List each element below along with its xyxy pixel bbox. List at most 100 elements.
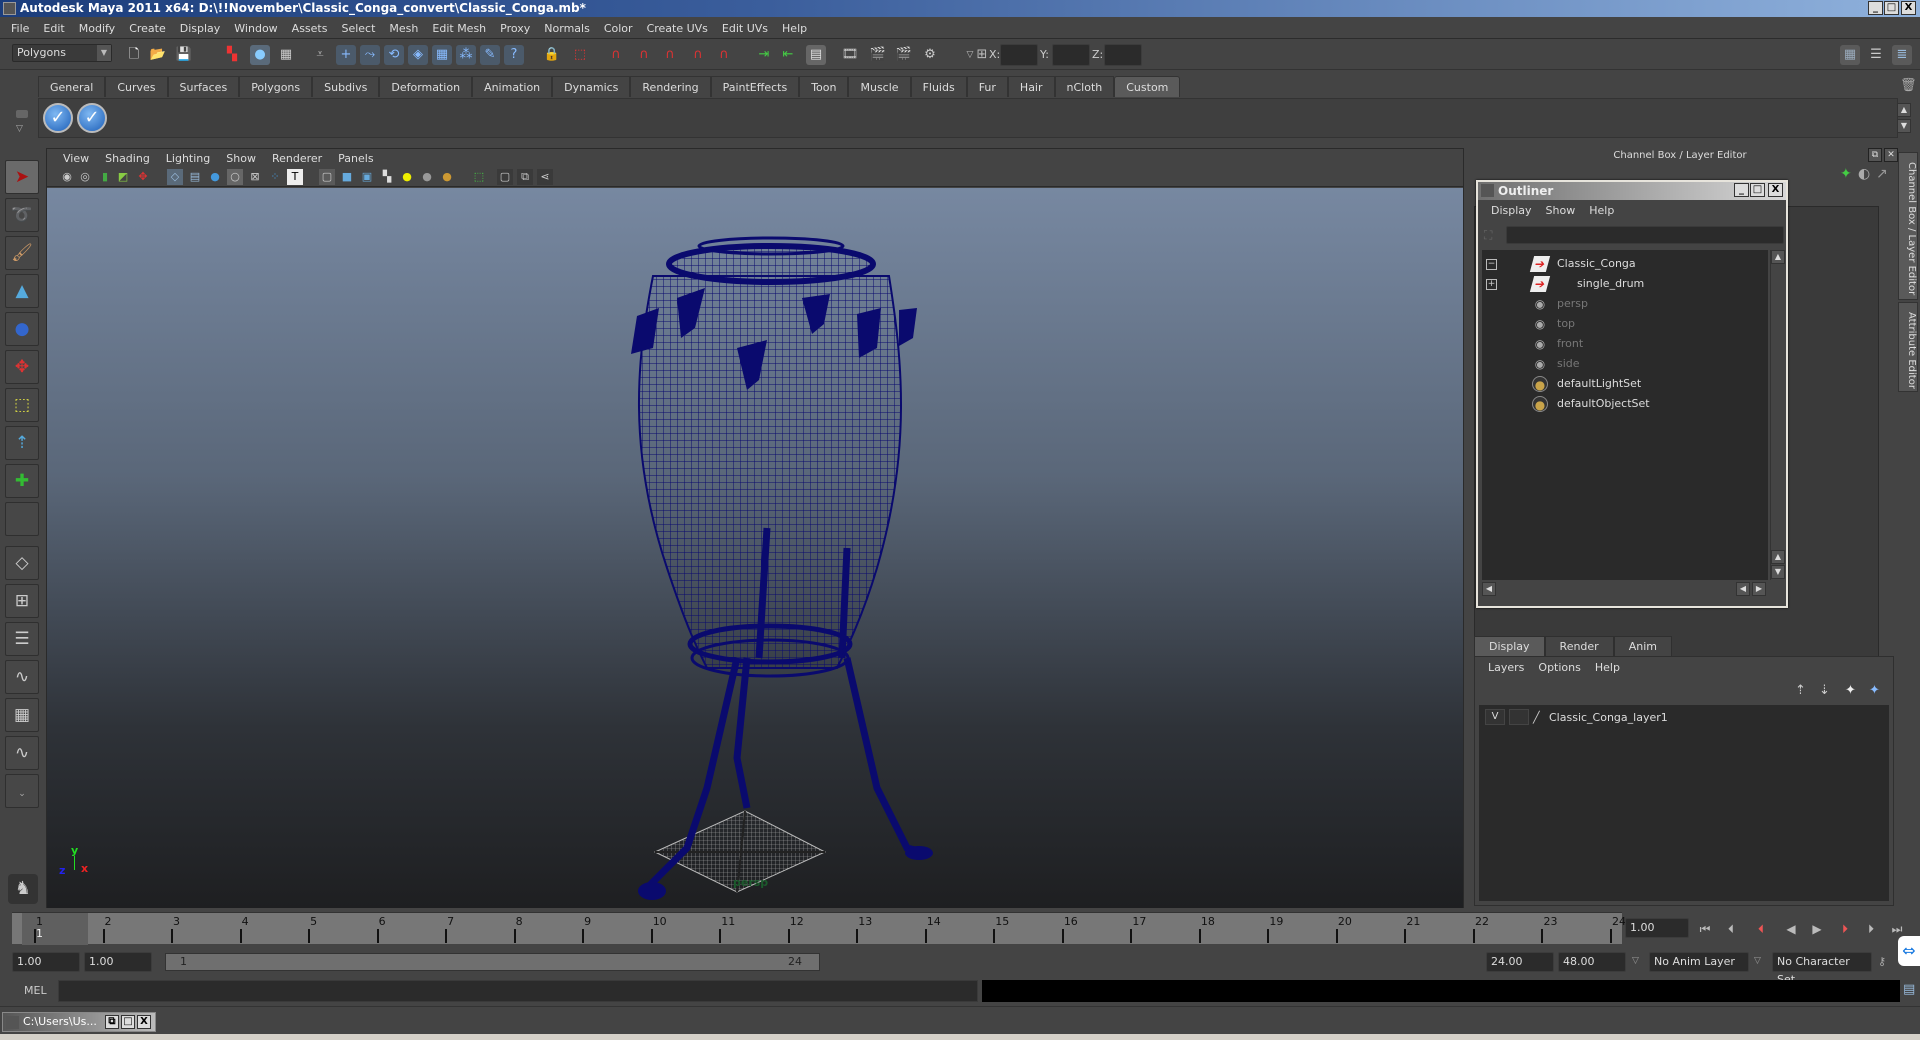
viewport-menu-show[interactable]: Show	[218, 152, 264, 165]
side-tab-attribute-editor[interactable]: Attribute Editor	[1898, 302, 1918, 392]
menu-help[interactable]: Help	[775, 22, 814, 35]
shelf-tab-dynamics[interactable]: Dynamics	[552, 76, 631, 97]
xray-joints-icon[interactable]: ⧉	[517, 169, 533, 185]
lock-icon[interactable]: 🔒	[542, 45, 562, 65]
outliner-item[interactable]: ◉ persp	[1482, 294, 1768, 314]
menu-create[interactable]: Create	[122, 22, 173, 35]
scroll-up-icon[interactable]: ▲	[1771, 550, 1785, 564]
tool-settings-toggle-icon[interactable]: ☰	[1866, 45, 1886, 65]
script-editor-icon[interactable]: ▤	[1903, 982, 1915, 997]
menu-assets[interactable]: Assets	[285, 22, 335, 35]
scale-tool-button[interactable]: ✥	[5, 350, 39, 384]
outliner-item[interactable]: ● defaultLightSet	[1482, 374, 1768, 394]
smooth-shade-icon[interactable]: ■	[339, 169, 355, 185]
step-back-frame-icon[interactable]: ⏴	[1722, 920, 1740, 938]
select-by-component-icon[interactable]: ▦	[276, 45, 296, 65]
select-points-icon[interactable]: ⁂	[456, 45, 476, 65]
shelf-tab-hair[interactable]: Hair	[1007, 76, 1055, 97]
close-button[interactable]: X	[1901, 1, 1916, 15]
speed-icon[interactable]: ◐	[1858, 166, 1870, 182]
check-icon[interactable]: ✓	[43, 103, 73, 133]
step-forward-key-icon[interactable]: ⏵	[1836, 920, 1854, 938]
anim-layer-dropdown[interactable]: No Anim Layer	[1649, 952, 1749, 972]
side-tab-channel-box[interactable]: Channel Box / Layer Editor	[1898, 152, 1918, 300]
xray-icon[interactable]: ▢	[497, 169, 513, 185]
layer-menu-options[interactable]: Options	[1531, 661, 1587, 674]
menu-color[interactable]: Color	[597, 22, 640, 35]
shelf-tab-toon[interactable]: Toon	[799, 76, 849, 97]
persp-graph-hypergraph-layout-button[interactable]: ∿	[5, 736, 39, 770]
ipr-render-icon[interactable]: 🎬	[894, 45, 914, 65]
anim-start-field[interactable]: 1.00	[12, 952, 80, 972]
shelf-tab-fur[interactable]: Fur	[966, 76, 1008, 97]
minimize-button[interactable]: _	[1868, 1, 1883, 15]
soft-mod-tool-button[interactable]: ⇡	[5, 426, 39, 460]
viewport-canvas[interactable]: y z x persp	[47, 188, 1463, 908]
menu-select[interactable]: Select	[334, 22, 382, 35]
y-input[interactable]	[1052, 44, 1090, 66]
last-used-tool-button[interactable]	[5, 502, 39, 536]
input-operations-icon[interactable]: ⇥	[754, 45, 774, 65]
shelf-scroll-up-button[interactable]: ▲	[1897, 103, 1911, 117]
layer-visibility-toggle[interactable]: V	[1485, 709, 1505, 725]
menu-edit-mesh[interactable]: Edit Mesh	[425, 22, 493, 35]
scroll-left-icon[interactable]: ◀	[1482, 582, 1496, 596]
snap-to-curve-icon[interactable]: ⤳	[360, 45, 380, 65]
play-backwards-icon[interactable]: ◀	[1782, 920, 1800, 938]
shelf-tab-custom[interactable]: Custom	[1114, 76, 1181, 97]
scroll-right-icon[interactable]: ▶	[1752, 582, 1766, 596]
image-plane-icon[interactable]: ◩	[115, 169, 131, 185]
hypershade-persp-layout-button[interactable]: ▦	[5, 698, 39, 732]
snap-to-view-plane-icon[interactable]: ◈	[408, 45, 428, 65]
outliner-item[interactable]: ◉ top	[1482, 314, 1768, 334]
outliner-menu-display[interactable]: Display	[1484, 204, 1539, 217]
isolate-select-icon[interactable]: ⬚	[471, 169, 487, 185]
playback-start-field[interactable]: 1.00	[84, 952, 152, 972]
camera-attributes-icon[interactable]: ◎	[77, 169, 93, 185]
current-frame-field[interactable]: 1.00	[1625, 918, 1689, 938]
universal-manipulator-button[interactable]: ⬚	[5, 388, 39, 422]
x-input[interactable]	[1000, 44, 1038, 66]
default-lighting-icon[interactable]: ●	[399, 169, 415, 185]
shelf-tab-muscle[interactable]: Muscle	[848, 76, 911, 97]
snap-magnet-plane-icon[interactable]: ∩	[714, 45, 734, 65]
shelf-tab-rendering[interactable]: Rendering	[630, 76, 711, 97]
new-scene-icon[interactable]: 🗋	[124, 45, 144, 65]
outliner-menu-show[interactable]: Show	[1539, 204, 1583, 217]
2d-pan-zoom-icon[interactable]: ✥	[135, 169, 151, 185]
menu-display[interactable]: Display	[173, 22, 228, 35]
resolution-gate-icon[interactable]: ●	[207, 169, 223, 185]
outliner-menu-help[interactable]: Help	[1582, 204, 1621, 217]
output-operations-icon[interactable]: ⇤	[778, 45, 798, 65]
outliner-minimize-button[interactable]: _	[1734, 183, 1749, 197]
shelf-tab-animation[interactable]: Animation	[472, 76, 553, 97]
menu-edit[interactable]: Edit	[36, 22, 71, 35]
select-tool-button[interactable]: ➤	[5, 160, 39, 194]
layer-menu-help[interactable]: Help	[1588, 661, 1627, 674]
persp-graph-layout-button[interactable]: ∿	[5, 660, 39, 694]
snap-magnet-curve-icon[interactable]: ∩	[634, 45, 654, 65]
shelf-tab-subdivs[interactable]: Subdivs	[312, 76, 380, 97]
time-slider[interactable]: 1 2 3 4 5 6 7 8 9 10 11 12 13 14 15 16 17 18 19 20 21 22 23 24 …	[12, 912, 1626, 945]
menu-file[interactable]: File	[4, 22, 36, 35]
selection-mask-icon[interactable]: ⩡	[310, 45, 330, 65]
snap-to-point-icon[interactable]: ⟲	[384, 45, 404, 65]
menu-create-uvs[interactable]: Create UVs	[640, 22, 715, 35]
layer-menu-layers[interactable]: Layers	[1481, 661, 1531, 674]
close-button[interactable]: X	[137, 1015, 151, 1029]
outliner-item[interactable]: ◉ side	[1482, 354, 1768, 374]
render-settings-icon[interactable]: ⚙	[920, 45, 940, 65]
wireframe-icon[interactable]: ▢	[319, 169, 335, 185]
rotate-tool-button[interactable]: ●	[5, 312, 39, 346]
safe-action-icon[interactable]: ⁘	[267, 169, 283, 185]
outliner-horizontal-scrollbar[interactable]: ◀ ◀ ▶	[1482, 582, 1768, 596]
go-to-start-icon[interactable]: ⏮	[1696, 920, 1714, 938]
z-input[interactable]	[1104, 44, 1142, 66]
restore-button[interactable]: ⧉	[105, 1015, 119, 1029]
paint-select-tool-button[interactable]: 🖌	[5, 236, 39, 270]
expand-icon[interactable]: +	[1486, 279, 1497, 290]
menu-modify[interactable]: Modify	[72, 22, 122, 35]
shelf-tab-surfaces[interactable]: Surfaces	[167, 76, 240, 97]
mel-input[interactable]	[58, 980, 978, 1002]
scroll-down-icon[interactable]: ▼	[1771, 565, 1785, 579]
